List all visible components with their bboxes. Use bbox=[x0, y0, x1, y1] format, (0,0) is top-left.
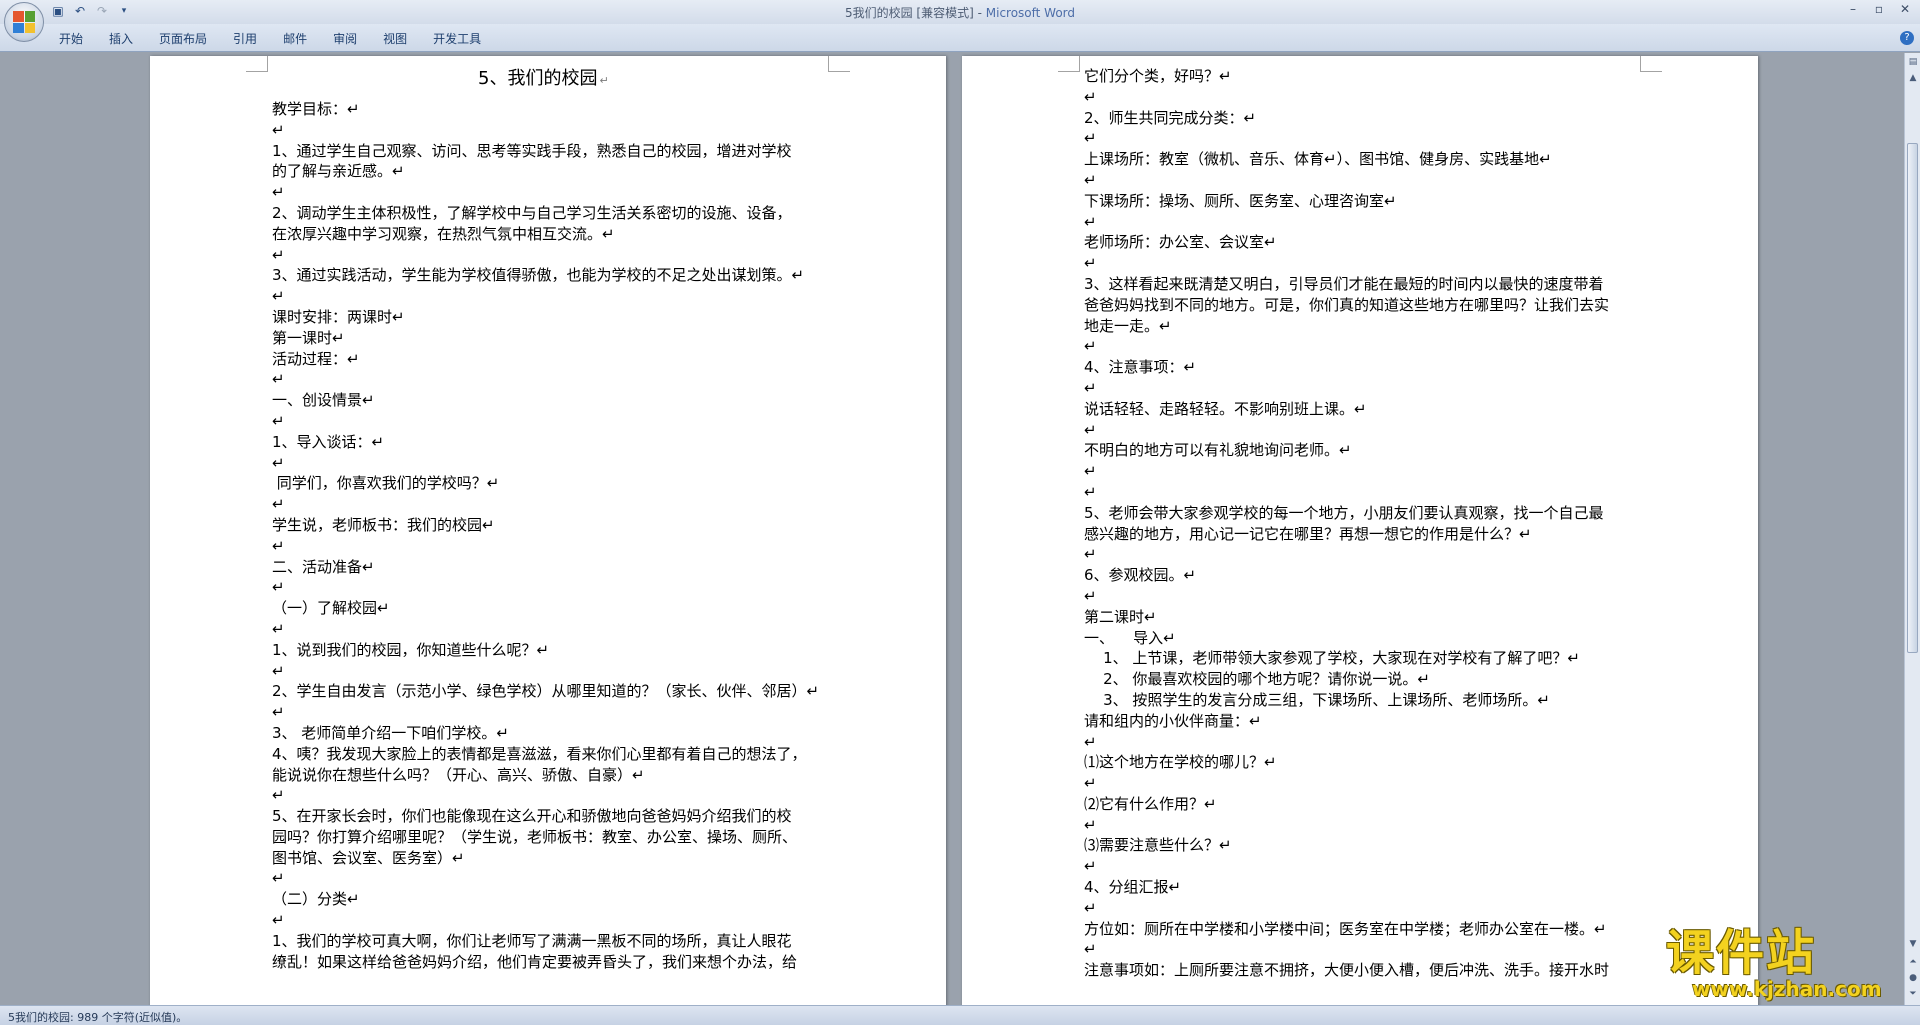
watermark-title: 课件站 bbox=[1666, 925, 1817, 981]
app-name: Microsoft Word bbox=[985, 6, 1076, 20]
paragraph-mark: ↵ bbox=[599, 74, 609, 87]
tab-references[interactable]: 引用 bbox=[220, 30, 270, 47]
tab-home[interactable]: 开始 bbox=[46, 30, 96, 47]
margin-corner-mark bbox=[1058, 56, 1080, 72]
office-button[interactable] bbox=[4, 2, 44, 42]
word-count-status[interactable]: 5我们的校园: 989 个字符(近似值)。 bbox=[8, 1009, 187, 1025]
scroll-thumb[interactable] bbox=[1907, 143, 1918, 653]
next-page-icon[interactable]: ⏷ bbox=[1906, 987, 1920, 1001]
previous-page-icon[interactable]: ⏶ bbox=[1906, 955, 1920, 969]
watermark-logo: 课件站 www.kjzhan.com bbox=[1666, 925, 1906, 1003]
close-icon[interactable]: ✕ bbox=[1898, 2, 1912, 16]
scroll-up-icon[interactable]: ▲ bbox=[1906, 71, 1920, 85]
window-title: 5我们的校园 [兼容模式] - Microsoft Word bbox=[0, 4, 1920, 21]
restore-icon[interactable]: ▫ bbox=[1872, 2, 1886, 16]
tab-developer[interactable]: 开发工具 bbox=[420, 30, 494, 47]
document-name: 5我们的校园 [兼容模式] bbox=[844, 6, 974, 20]
page-left[interactable]: 5、我们的校园 ↵ 教学目标：↵ ↵ 1、通过学生自己观察、访问、思考等实践手段，… bbox=[150, 56, 946, 1005]
right-page-body: 它们分个类，好吗？↵ ↵ 2、师生共同完成分类：↵ ↵ 上课场所：教室（微机、音… bbox=[1084, 67, 1610, 980]
page-right[interactable]: 它们分个类，好吗？↵ ↵ 2、师生共同完成分类：↵ ↵ 上课场所：教室（微机、音… bbox=[962, 56, 1758, 1005]
ribbon-tab-bar: 开始 插入 页面布局 引用 邮件 审阅 视图 开发工具 ? bbox=[0, 24, 1920, 52]
left-page-body: 教学目标：↵ ↵ 1、通过学生自己观察、访问、思考等实践手段，熟悉自己的校园，增… bbox=[272, 100, 820, 971]
minimize-icon[interactable]: – bbox=[1846, 2, 1860, 16]
margin-corner-mark bbox=[1640, 56, 1662, 72]
vertical-scrollbar[interactable]: ▤ ▲ ▼ ⏶ ● ⏷ bbox=[1904, 53, 1920, 1005]
office-logo-icon bbox=[13, 11, 35, 33]
tab-mailings[interactable]: 邮件 bbox=[270, 30, 320, 47]
window-controls: – ▫ ✕ bbox=[1846, 2, 1912, 16]
scroll-down-icon[interactable]: ▼ bbox=[1906, 937, 1920, 951]
tab-page-layout[interactable]: 页面布局 bbox=[146, 30, 220, 47]
ruler-toggle-icon[interactable]: ▤ bbox=[1906, 55, 1920, 69]
margin-corner-mark bbox=[246, 56, 268, 72]
title-bar: ▣ ↶ ↷ ▾ 5我们的校园 [兼容模式] - Microsoft Word –… bbox=[0, 0, 1920, 42]
watermark-url: www.kjzhan.com bbox=[1692, 977, 1882, 1001]
select-browse-object-icon[interactable]: ● bbox=[1906, 971, 1920, 985]
status-bar: 5我们的校园: 989 个字符(近似值)。 bbox=[0, 1005, 1920, 1025]
tab-view[interactable]: 视图 bbox=[370, 30, 420, 47]
help-icon[interactable]: ? bbox=[1900, 31, 1914, 45]
document-title: 5、我们的校园 ↵ bbox=[478, 67, 609, 93]
document-area[interactable]: 5、我们的校园 ↵ 教学目标：↵ ↵ 1、通过学生自己观察、访问、思考等实践手段，… bbox=[0, 53, 1904, 1005]
tab-review[interactable]: 审阅 bbox=[320, 30, 370, 47]
title-separator: - bbox=[973, 6, 986, 20]
document-title-text: 5、我们的校园 bbox=[478, 68, 598, 89]
tab-insert[interactable]: 插入 bbox=[96, 30, 146, 47]
margin-corner-mark bbox=[828, 56, 850, 72]
